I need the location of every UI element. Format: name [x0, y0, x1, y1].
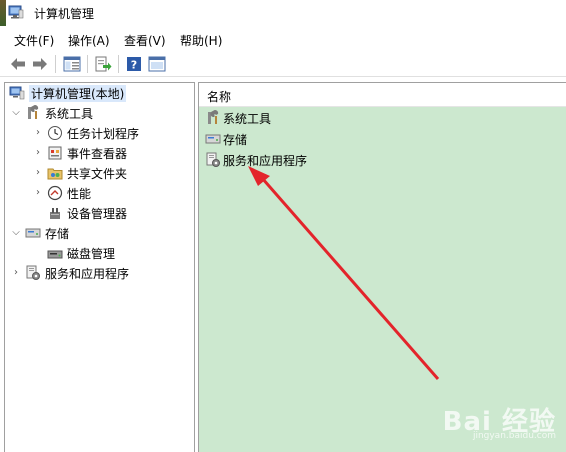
show-console-tree-icon[interactable]: [62, 54, 82, 74]
services-apps-icon: [25, 265, 41, 281]
computer-management-icon: [8, 5, 24, 19]
toolbar-separator: [87, 55, 88, 73]
disk-icon: [47, 245, 63, 261]
tree-item-event-viewer[interactable]: › 事件查看器: [33, 144, 127, 162]
performance-icon: [47, 185, 63, 201]
help-icon[interactable]: ?: [124, 54, 144, 74]
tree-item-label: 系统工具: [45, 106, 94, 121]
tree-item-label: 事件查看器: [67, 146, 128, 161]
clock-icon: [47, 125, 63, 141]
baidu-jingyan-watermark: Bai 经验 jingyan.baidu.com: [443, 401, 556, 441]
list-item-system-tools[interactable]: 系统工具: [205, 109, 271, 127]
column-header-name[interactable]: 名称: [207, 88, 231, 105]
tree-item-system-tools[interactable]: ⌵ 系统工具: [11, 104, 93, 122]
properties-icon[interactable]: [147, 54, 167, 74]
menu-bar: 文件(F) 操作(A) 查看(V) 帮助(H): [0, 29, 566, 49]
tree-item-disk-management[interactable]: 磁盘管理: [47, 244, 115, 262]
svg-text:?: ?: [131, 59, 137, 72]
toolbar-separator: [55, 55, 56, 73]
storage-icon: [205, 131, 221, 147]
menu-action[interactable]: 操作(A): [68, 32, 110, 49]
menu-help[interactable]: 帮助(H): [180, 32, 222, 49]
background-window-edge: [0, 0, 6, 26]
list-item-label: 服务和应用程序: [223, 153, 308, 168]
console-tree[interactable]: 计算机管理(本地) ⌵ 系统工具 › 任务计划程序 › 事件查看器 › 共享文件…: [4, 82, 195, 452]
tree-item-shared-folders[interactable]: › 共享文件夹: [33, 164, 127, 182]
toolbar: ?: [0, 51, 566, 77]
back-icon[interactable]: [8, 54, 28, 74]
computer-management-icon: [9, 85, 25, 101]
chevron-right-icon[interactable]: ›: [33, 168, 43, 178]
shared-folder-icon: [47, 165, 63, 181]
tree-item-label: 性能: [67, 186, 92, 201]
tree-item-task-scheduler[interactable]: › 任务计划程序: [33, 124, 139, 142]
services-apps-icon: [205, 152, 221, 168]
tree-item-label: 计算机管理(本地): [29, 84, 127, 102]
list-item-label: 存储: [223, 132, 248, 147]
menu-file[interactable]: 文件(F): [14, 32, 54, 49]
chevron-right-icon[interactable]: ›: [33, 188, 43, 198]
system-tools-icon: [25, 105, 41, 121]
watermark-url: jingyan.baidu.com: [472, 431, 556, 441]
menu-view[interactable]: 查看(V): [124, 32, 166, 49]
details-pane[interactable]: 名称 系统工具 存储 服务和应用程序: [198, 82, 566, 452]
tree-item-label: 任务计划程序: [67, 126, 140, 141]
chevron-right-icon[interactable]: ›: [33, 148, 43, 158]
tree-item-device-manager[interactable]: 设备管理器: [47, 204, 127, 222]
event-viewer-icon: [47, 145, 63, 161]
tree-item-computer-management[interactable]: 计算机管理(本地): [9, 84, 127, 102]
chevron-down-icon[interactable]: ⌵: [11, 108, 21, 118]
device-manager-icon: [47, 205, 63, 221]
list-item-label: 系统工具: [223, 111, 272, 126]
chevron-right-icon[interactable]: ›: [33, 128, 43, 138]
tree-item-label: 服务和应用程序: [45, 266, 130, 281]
list-item-services-apps[interactable]: 服务和应用程序: [205, 151, 307, 169]
chevron-right-icon[interactable]: ›: [11, 268, 21, 278]
tree-item-performance[interactable]: › 性能: [33, 184, 91, 202]
tree-item-label: 设备管理器: [67, 206, 128, 221]
export-icon[interactable]: [93, 54, 113, 74]
chevron-down-icon[interactable]: ⌵: [11, 228, 21, 238]
toolbar-separator: [118, 55, 119, 73]
column-header[interactable]: 名称: [199, 83, 566, 107]
system-tools-icon: [205, 110, 221, 126]
storage-icon: [25, 225, 41, 241]
tree-item-label: 共享文件夹: [67, 166, 128, 181]
tree-item-label: 存储: [45, 226, 70, 241]
title-bar: 计算机管理: [0, 0, 566, 26]
tree-item-storage[interactable]: ⌵ 存储: [11, 224, 69, 242]
forward-icon[interactable]: [30, 54, 50, 74]
window-title: 计算机管理: [34, 7, 95, 21]
tree-item-label: 磁盘管理: [67, 246, 116, 261]
list-item-storage[interactable]: 存储: [205, 130, 247, 148]
tree-item-services-apps[interactable]: › 服务和应用程序: [11, 264, 129, 282]
